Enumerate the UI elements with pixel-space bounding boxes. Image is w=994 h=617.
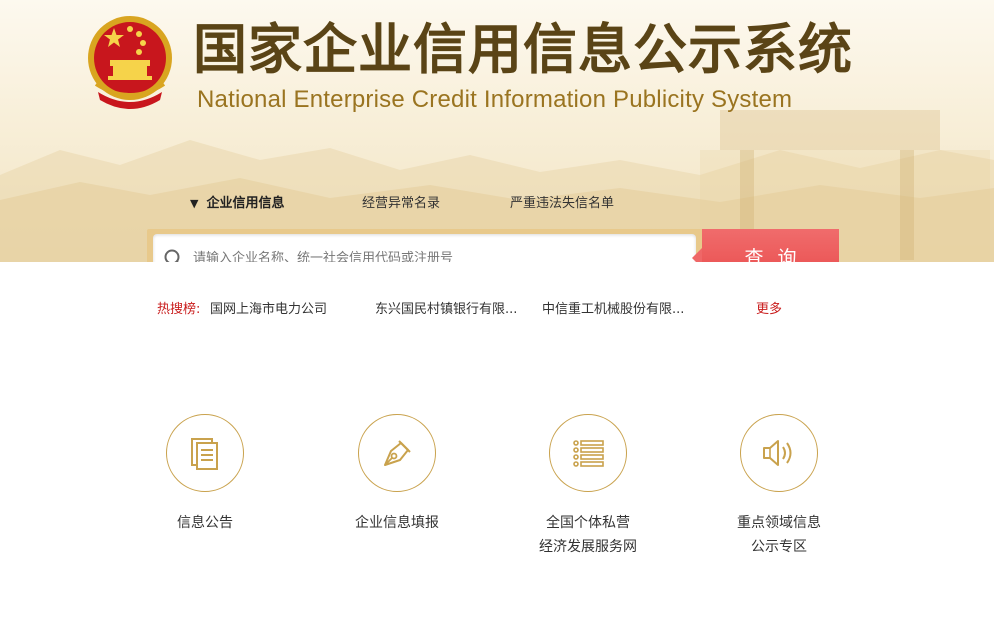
service-label: 信息公告 [177,515,233,531]
service-label-line: 经济发展服务网 [539,539,637,555]
service-icon-circle [166,414,244,492]
service-links: 信息公告 企业信息填报 全国个体私营 经济发展服务网 重点领域信息 公示专区 [0,414,994,574]
site-title: 国家企业信用信息公示系统 [193,18,853,81]
pen-nib-icon [384,440,411,466]
document-icon [191,438,218,470]
tab-label: 企业信用信息 [206,196,285,211]
tab-label: 严重违法失信名单 [510,196,615,211]
search-input[interactable] [193,242,688,262]
service-label-line: 全国个体私营 [546,515,630,531]
hot-search-label: 热搜榜: [157,302,201,317]
service-label-line: 重点领域信息 [737,515,821,531]
service-label: 全国个体私营 经济发展服务网 [509,511,667,559]
search-icon [164,249,180,262]
service-icon-circle [358,414,436,492]
service-label: 企业信息填报 [355,515,439,531]
hot-search-item[interactable]: 中信重工机械股份有限... [542,298,684,317]
search-bar: 查询 [147,229,839,262]
site-title-english: National Enterprise Credit Information P… [197,86,793,113]
list-icon [573,440,604,467]
tab-enterprise-credit[interactable]: ▼ 企业信用信息 [190,192,284,211]
service-label-line: 公示专区 [751,539,807,555]
service-icon-circle [549,414,627,492]
search-box [153,234,696,262]
speaker-icon [763,440,792,466]
service-icon-circle [740,414,818,492]
tab-abnormal-operations[interactable]: 经营异常名录 [362,192,440,211]
search-button[interactable]: 查询 [692,229,839,262]
tab-serious-violations[interactable]: 严重违法失信名单 [510,192,614,211]
header-banner: 国家企业信用信息公示系统 National Enterprise Credit … [0,0,994,262]
hot-search-item[interactable]: 东兴国民村镇银行有限... [375,298,517,317]
hot-search-item[interactable]: 国网上海市电力公司 [210,298,327,317]
caret-down-icon: ▼ [190,197,199,210]
national-emblem-icon [88,16,172,109]
service-label: 重点领域信息 公示专区 [700,511,858,559]
more-link[interactable]: 更多 [756,298,782,317]
tab-label: 经营异常名录 [362,196,441,211]
